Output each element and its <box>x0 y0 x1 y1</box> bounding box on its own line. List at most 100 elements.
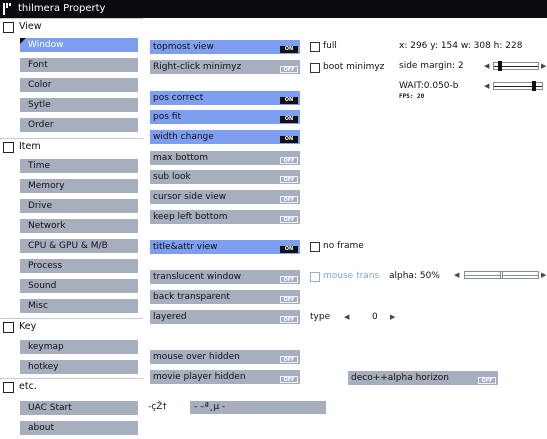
topmost-view-button[interactable]: topmost view ON <box>150 40 300 54</box>
side-margin-left-arrow-icon[interactable]: ◀ <box>484 62 489 70</box>
slider-thumb[interactable] <box>498 61 502 71</box>
side-margin-label: side margin: 2 <box>399 61 464 71</box>
window-title: thilmera Property <box>18 3 106 14</box>
sidebar-item-memory[interactable]: Memory <box>20 179 138 193</box>
alpha-label: alpha: 50% <box>389 271 440 281</box>
translucent-window-button[interactable]: translucent window OFF <box>150 270 300 284</box>
alpha-slider[interactable] <box>464 271 539 279</box>
width-change-button[interactable]: width change ON <box>150 130 300 144</box>
cursor-side-view-button[interactable]: cursor side view OFF <box>150 190 300 204</box>
full-checkbox[interactable] <box>310 42 320 52</box>
sidebar-item-process[interactable]: Process <box>20 259 138 273</box>
sidebar-item-about[interactable]: about <box>20 421 138 435</box>
button-label: translucent window <box>153 272 242 282</box>
title-attr-view-button[interactable]: title&attr view ON <box>150 240 300 254</box>
section-item-checkbox[interactable] <box>3 142 14 153</box>
toggle-indicator: OFF <box>280 216 298 223</box>
button-label: movie player hidden <box>153 372 246 382</box>
sidebar-item-hotkey[interactable]: hotkey <box>20 360 138 374</box>
section-etc-checkbox[interactable] <box>3 382 14 393</box>
toggle-indicator: OFF <box>280 196 298 203</box>
selected-marker-icon <box>20 38 26 44</box>
section-key-title: Key <box>19 321 37 332</box>
layered-button[interactable]: layered OFF <box>150 310 300 324</box>
alpha-right-arrow-icon[interactable]: ▶ <box>541 271 546 279</box>
toggle-indicator: OFF <box>478 377 496 384</box>
button-label: pos correct <box>153 93 204 103</box>
side-margin-right-arrow-icon[interactable]: ▶ <box>541 62 546 70</box>
sidebar-item-label: Order <box>28 120 54 130</box>
sidebar-item-style[interactable]: Sytle <box>20 98 138 112</box>
button-label: back transparent <box>153 292 230 302</box>
toggle-indicator: OFF <box>280 376 298 383</box>
sidebar: View Window Font Color Sytle Order Item … <box>0 18 144 438</box>
full-label: full <box>323 41 337 51</box>
sidebar-item-font[interactable]: Font <box>20 58 138 72</box>
sidebar-item-label: UAC Start <box>28 403 72 413</box>
type-right-arrow-icon[interactable]: ▶ <box>390 313 395 321</box>
alpha-left-arrow-icon[interactable]: ◀ <box>454 271 459 279</box>
toggle-indicator: OFF <box>280 176 298 183</box>
button-label: title&attr view <box>153 242 218 252</box>
bottom-text-field[interactable]: - –ª¸µ - <box>190 401 326 414</box>
mouse-over-hidden-button[interactable]: mouse over hidden OFF <box>150 350 300 364</box>
wait-left-arrow-icon[interactable]: ◀ <box>484 82 489 90</box>
toggle-indicator: ON <box>280 136 298 143</box>
toggle-indicator: OFF <box>280 296 298 303</box>
title-bar: thilmera Property <box>0 0 547 18</box>
mouse-trans-checkbox[interactable] <box>310 272 320 282</box>
main-panel: topmost view ON Right-click minimyz OFF po… <box>143 18 547 438</box>
right-click-minimyz-button[interactable]: Right-click minimyz OFF <box>150 60 300 74</box>
button-label: Right-click minimyz <box>153 62 242 72</box>
pos-correct-button[interactable]: pos correct ON <box>150 91 300 105</box>
movie-player-hidden-button[interactable]: movie player hidden OFF <box>150 370 300 384</box>
sidebar-item-drive[interactable]: Drive <box>20 199 138 213</box>
sidebar-item-keymap[interactable]: keymap <box>20 340 138 354</box>
sidebar-item-label: CPU & GPU & M/B <box>28 241 108 251</box>
sidebar-item-color[interactable]: Color <box>20 78 138 92</box>
slider-thumb[interactable] <box>500 271 503 279</box>
sidebar-item-misc[interactable]: Misc <box>20 299 138 313</box>
sidebar-item-label: Font <box>28 60 48 70</box>
sidebar-item-label: Misc <box>28 301 48 311</box>
button-label: pos fit <box>153 112 181 122</box>
sidebar-item-uac-start[interactable]: UAC Start <box>20 401 138 415</box>
sidebar-item-label: Sound <box>28 281 57 291</box>
section-key-checkbox[interactable] <box>3 322 14 333</box>
section-view-checkbox[interactable] <box>3 22 14 33</box>
sidebar-item-label: Window <box>28 40 64 50</box>
sidebar-item-label: Time <box>28 161 51 171</box>
wait-slider[interactable] <box>493 81 543 91</box>
pos-fit-button[interactable]: pos fit ON <box>150 110 300 124</box>
keep-left-bottom-button[interactable]: keep left bottom OFF <box>150 210 300 224</box>
side-margin-slider[interactable] <box>493 61 539 71</box>
button-label: topmost view <box>153 42 214 52</box>
button-label: deco++alpha horizon <box>351 373 449 383</box>
button-label: mouse over hidden <box>153 352 240 362</box>
sidebar-item-network[interactable]: Network <box>20 219 138 233</box>
slider-thumb[interactable] <box>532 81 536 91</box>
mouse-trans-label: mouse trans <box>323 271 380 281</box>
button-label: cursor side view <box>153 192 227 202</box>
max-bottom-button[interactable]: max bottom OFF <box>150 151 300 165</box>
toggle-indicator: OFF <box>280 356 298 363</box>
sidebar-item-time[interactable]: Time <box>20 159 138 173</box>
toggle-indicator: OFF <box>280 276 298 283</box>
sidebar-item-window[interactable]: Window <box>20 38 138 52</box>
boot-minimyz-checkbox[interactable] <box>310 63 320 73</box>
deco-alpha-horizon-button[interactable]: deco++alpha horizon OFF <box>348 371 498 385</box>
sidebar-item-order[interactable]: Order <box>20 118 138 132</box>
button-label: keep left bottom <box>153 212 228 222</box>
no-frame-checkbox[interactable] <box>310 242 320 252</box>
sidebar-item-label: keymap <box>28 342 64 352</box>
sidebar-item-cpu-gpu-mb[interactable]: CPU & GPU & M/B <box>20 239 138 253</box>
back-transparent-button[interactable]: back transparent OFF <box>150 290 300 304</box>
toggle-indicator: OFF <box>280 66 298 73</box>
fps-readout: FPS: 20 <box>399 93 425 100</box>
no-frame-label: no frame <box>323 241 364 251</box>
button-label: width change <box>153 132 214 142</box>
sidebar-item-sound[interactable]: Sound <box>20 279 138 293</box>
sub-look-button[interactable]: sub look OFF <box>150 170 300 184</box>
type-left-arrow-icon[interactable]: ◀ <box>344 313 349 321</box>
bottom-label: -çŽ† <box>148 402 167 412</box>
